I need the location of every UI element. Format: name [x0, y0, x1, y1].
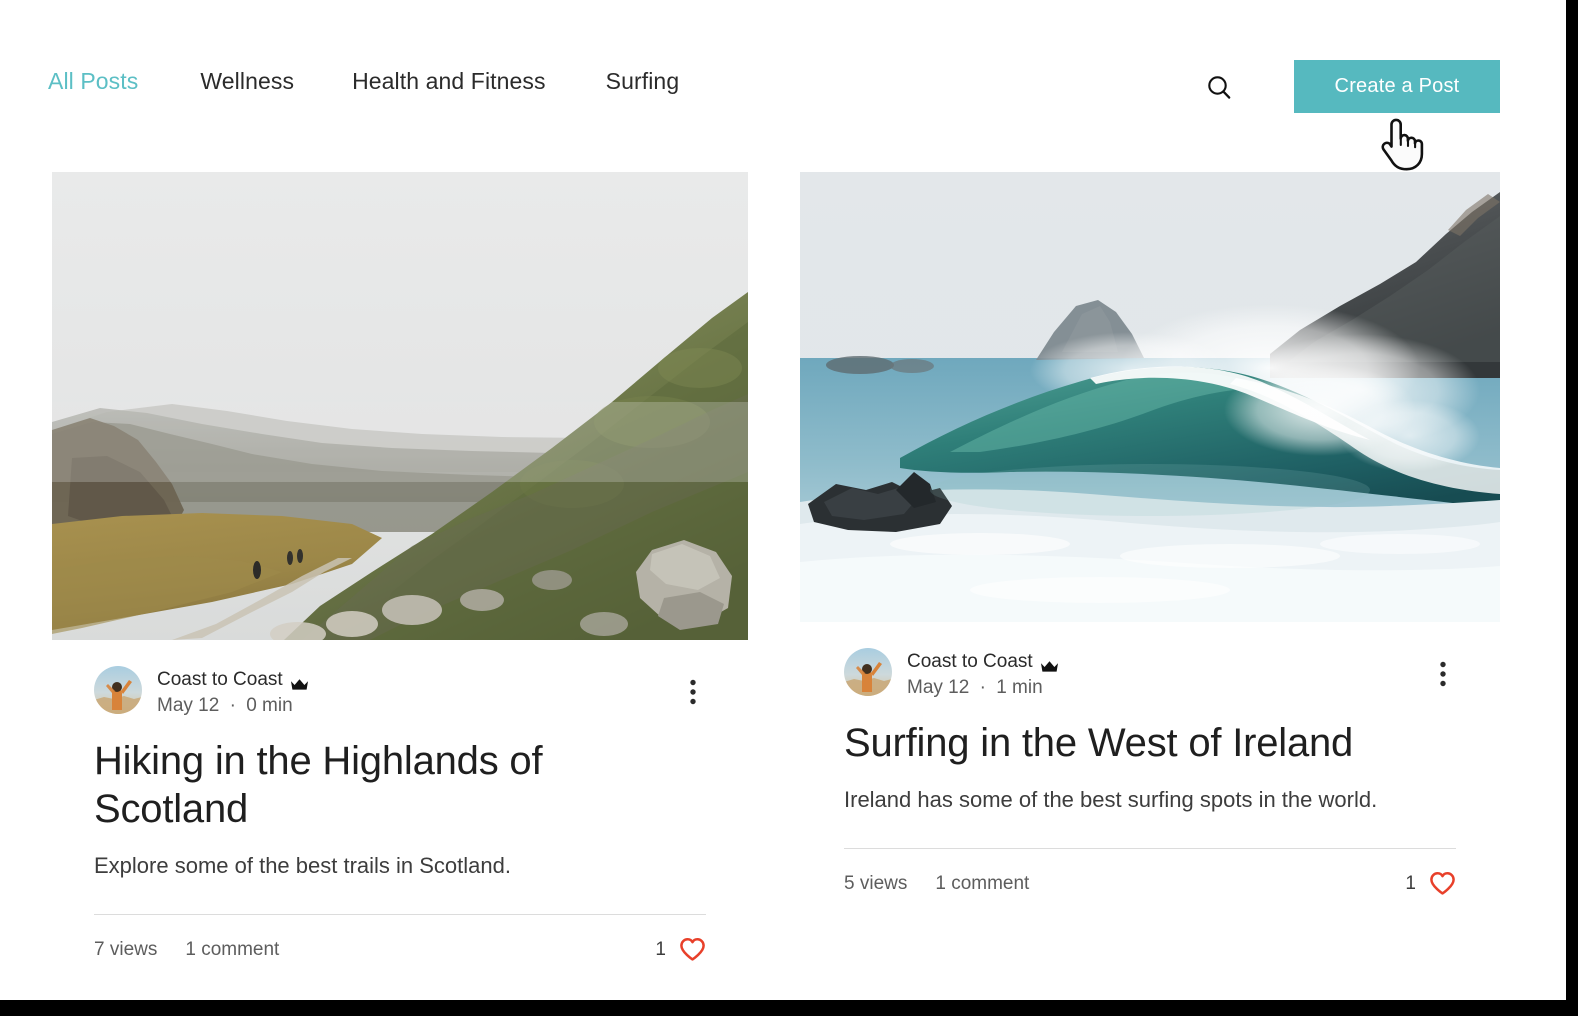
- post-title[interactable]: Surfing in the West of Ireland: [844, 719, 1456, 767]
- view-count: 7 views: [94, 938, 158, 960]
- author-row: Coast to Coast: [157, 667, 309, 692]
- author-name[interactable]: Coast to Coast: [907, 649, 1033, 674]
- meta-separator: ·: [229, 695, 236, 716]
- nav-tab-surfing[interactable]: Surfing: [606, 68, 680, 95]
- category-nav: All Posts Wellness Health and Fitness Su…: [48, 68, 679, 95]
- post-body: Coast to Coast May 12 · 1 min Surfing in…: [800, 648, 1500, 896]
- post-date-readtime: May 12 · 1 min: [907, 675, 1059, 701]
- post-card: Coast to Coast May 12 · 0 min Hiking in …: [52, 172, 748, 962]
- heart-icon[interactable]: [1429, 871, 1456, 896]
- create-post-button[interactable]: Create a Post: [1294, 60, 1500, 113]
- crown-icon: [1040, 655, 1059, 672]
- like-button[interactable]: 1: [655, 937, 706, 962]
- like-count: 1: [655, 938, 666, 960]
- post-cover-image[interactable]: [52, 172, 748, 640]
- post-meta-text: Coast to Coast May 12 · 0 min: [157, 666, 309, 719]
- like-button[interactable]: 1: [1405, 871, 1456, 896]
- post-meta-text: Coast to Coast May 12 · 1 min: [907, 648, 1059, 701]
- post-excerpt: Explore some of the best trails in Scotl…: [94, 853, 511, 878]
- more-vertical-icon[interactable]: [1430, 658, 1456, 690]
- post-readtime: 1 min: [996, 677, 1043, 698]
- post-excerpt: Ireland has some of the best surfing spo…: [844, 787, 1378, 812]
- post-stats: 5 views 1 comment 1: [844, 871, 1456, 896]
- more-vertical-icon[interactable]: [680, 676, 706, 708]
- author-row: Coast to Coast: [907, 649, 1059, 674]
- post-date-readtime: May 12 · 0 min: [157, 693, 309, 719]
- pointer-hand-cursor: [1371, 112, 1429, 172]
- like-count: 1: [1405, 872, 1416, 894]
- comment-count[interactable]: 1 comment: [935, 873, 1029, 895]
- post-cover-image[interactable]: [800, 172, 1500, 622]
- post-meta: Coast to Coast May 12 · 1 min: [844, 648, 1456, 701]
- page-header: All Posts Wellness Health and Fitness Su…: [0, 0, 1566, 171]
- heart-icon[interactable]: [679, 937, 706, 962]
- blog-feed-page: All Posts Wellness Health and Fitness Su…: [0, 0, 1566, 1000]
- post-date: May 12: [157, 695, 220, 716]
- meta-separator: ·: [979, 677, 986, 698]
- post-stats: 7 views 1 comment 1: [94, 937, 706, 962]
- post-divider: [844, 848, 1456, 849]
- view-count: 5 views: [844, 872, 908, 894]
- nav-tab-all-posts[interactable]: All Posts: [48, 68, 138, 95]
- post-title[interactable]: Hiking in the Highlands of Scotland: [94, 737, 706, 833]
- nav-tab-wellness[interactable]: Wellness: [200, 68, 294, 95]
- crown-icon: [290, 673, 309, 690]
- avatar[interactable]: [844, 648, 892, 696]
- screen: All Posts Wellness Health and Fitness Su…: [0, 0, 1578, 1016]
- avatar[interactable]: [94, 666, 142, 714]
- comment-count[interactable]: 1 comment: [185, 939, 279, 961]
- nav-tab-health-and-fitness[interactable]: Health and Fitness: [352, 68, 546, 95]
- post-date: May 12: [907, 677, 970, 698]
- search-icon[interactable]: [1203, 72, 1235, 104]
- post-readtime: 0 min: [246, 695, 293, 716]
- post-body: Coast to Coast May 12 · 0 min Hiking in …: [52, 666, 748, 962]
- post-card: Coast to Coast May 12 · 1 min Surfing in…: [800, 172, 1500, 896]
- post-divider: [94, 914, 706, 915]
- author-name[interactable]: Coast to Coast: [157, 667, 283, 692]
- post-meta: Coast to Coast May 12 · 0 min: [94, 666, 706, 719]
